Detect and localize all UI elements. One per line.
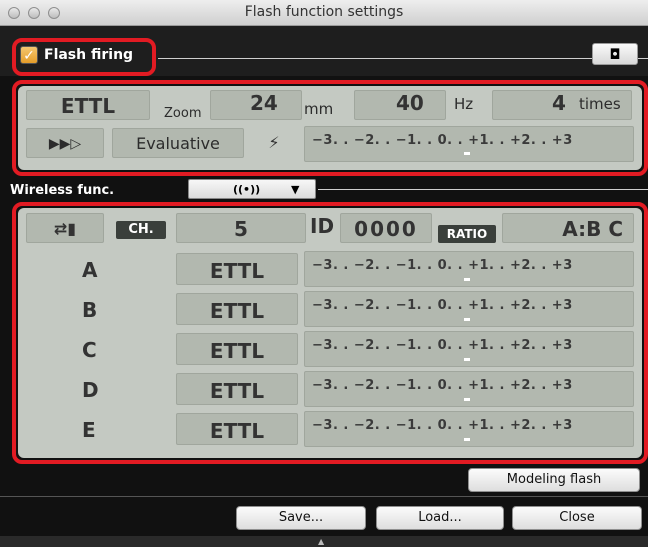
load-button[interactable]: Load... [376,506,504,530]
flash-firing-highlight [12,38,156,76]
group-scale-marker [464,398,470,401]
group-scale: −3. . −2. . −1. . 0. . +1. . +2. . +3 [312,298,573,313]
close-button[interactable]: Close [512,506,642,530]
group-scale: −3. . −2. . −1. . 0. . +1. . +2. . +3 [312,338,573,353]
group-scale-marker [464,358,470,361]
group-scale-marker [464,318,470,321]
channel-value[interactable]: 5 [176,213,306,243]
camera-icon[interactable]: ◘ [592,43,638,65]
group-mode[interactable]: ETTL [176,293,298,325]
group-mode[interactable]: ETTL [176,253,298,285]
group-scale: −3. . −2. . −1. . 0. . +1. . +2. . +3 [312,378,573,393]
times-unit: times [579,95,621,113]
chevron-down-icon: ▼ [291,183,300,196]
modeling-flash-button[interactable]: Modeling flash [468,468,640,492]
group-label: E [82,418,96,442]
metering-value[interactable]: Evaluative [112,128,244,158]
frequency-value: 40 [396,91,424,115]
save-button[interactable]: Save... [236,506,366,530]
sync-mode-icon[interactable]: ▶▶▷ [26,128,104,158]
group-label: C [82,338,97,362]
slave-unit-icon[interactable]: ⇄▮ [26,213,104,243]
group-label: D [82,378,99,402]
flash-mode-value[interactable]: ETTL [26,90,150,120]
flash-exposure-scale: −3. . −2. . −1. . 0. . +1. . +2. . +3 [312,133,573,148]
group-scale: −3. . −2. . −1. . 0. . +1. . +2. . +3 [312,418,573,433]
group-label: A [82,258,98,282]
zoom-unit: mm [304,100,334,118]
callout-line [158,58,648,59]
window-title: Flash function settings [244,4,404,20]
flash-exposure-marker [464,152,470,155]
ratio-value[interactable]: A:B C [502,213,634,243]
separator [0,496,648,497]
channel-badge: CH. [116,221,166,239]
collapse-arrow-icon[interactable]: ▲ [318,537,324,546]
group-scale-marker [464,278,470,281]
wireless-func-label: Wireless func. [10,183,115,198]
frequency-unit: Hz [454,95,474,113]
zoom-value: 24 [250,91,278,115]
group-mode[interactable]: ETTL [176,373,298,405]
ratio-badge: RATIO [438,225,496,243]
group-mode[interactable]: ETTL [176,333,298,365]
wireless-callout-line [318,189,648,190]
wireless-icon: ((•)) [233,183,261,196]
group-label: B [82,298,98,322]
fec-icon: ⚡ [268,133,280,152]
group-mode[interactable]: ETTL [176,413,298,445]
zoom-label: Zoom [164,106,202,121]
id-value[interactable]: 0000 [340,213,432,243]
wireless-func-dropdown[interactable]: ((•)) ▼ [188,179,316,199]
id-label: ID [310,214,335,238]
times-value: 4 [552,91,566,115]
group-scale-marker [464,438,470,441]
group-scale: −3. . −2. . −1. . 0. . +1. . +2. . +3 [312,258,573,273]
